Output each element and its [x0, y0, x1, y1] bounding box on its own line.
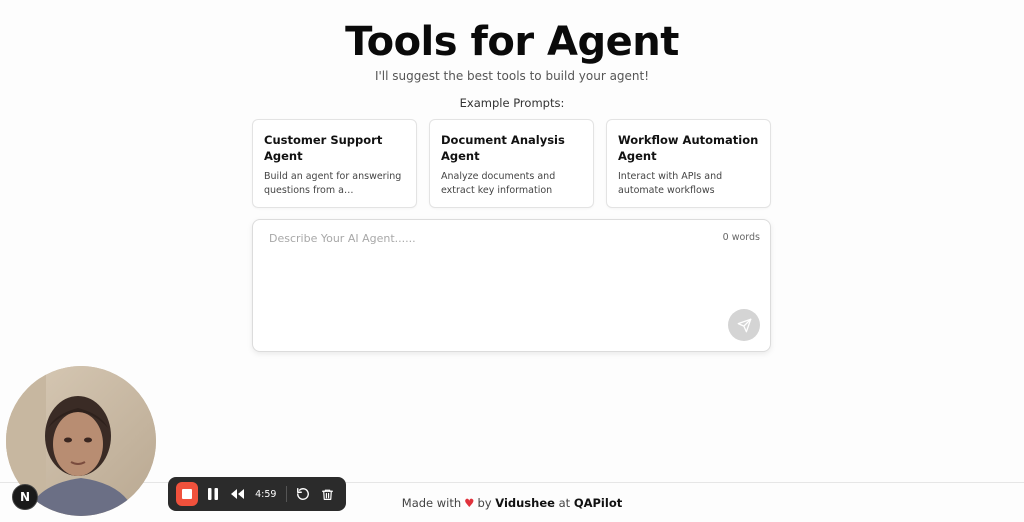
example-card-workflow-automation[interactable]: Workflow Automation Agent Interact with … [606, 119, 771, 208]
pause-icon [207, 488, 218, 500]
footer-prefix: Made with [401, 495, 462, 510]
delete-recording-button[interactable] [317, 482, 338, 506]
example-card-customer-support[interactable]: Customer Support Agent Build an agent fo… [252, 119, 417, 208]
n-avatar-badge[interactable]: N [12, 484, 38, 510]
send-button[interactable] [728, 309, 760, 341]
page-title: Tools for Agent [345, 19, 679, 65]
pause-recording-button[interactable] [202, 482, 223, 506]
footer-at: at [558, 495, 571, 510]
footer: Made with ♥ by Vidushee at QAPilot [0, 482, 1024, 522]
word-count: 0 words [722, 232, 760, 243]
recording-timer: 4:59 [255, 488, 277, 500]
footer-author: Vidushee [495, 495, 555, 510]
agent-prompt-box: 0 words [252, 219, 771, 352]
example-card-title: Customer Support Agent [264, 133, 383, 163]
agent-description-input[interactable] [269, 232, 709, 332]
footer-company: QAPilot [573, 495, 623, 510]
recording-toolbar: 4:59 [168, 477, 346, 511]
page-subtitle: I'll suggest the best tools to build you… [374, 69, 650, 83]
example-card-title: Workflow Automation Agent [618, 133, 759, 163]
stop-icon [182, 489, 193, 499]
trash-icon [322, 489, 334, 500]
page-header: Tools for Agent I'll suggest the best to… [0, 18, 1024, 83]
rewind-icon [230, 489, 244, 499]
heart-icon: ♥ [464, 495, 475, 510]
example-card-description: Build an agent for answering questions f… [264, 171, 402, 196]
example-card-description: Interact with APIs and automate workflow… [618, 171, 723, 196]
toolbar-divider [285, 486, 287, 502]
example-card-title: Document Analysis Agent [441, 133, 565, 163]
footer-by: by [477, 495, 492, 510]
example-card-description: Analyze documents and extract key inform… [441, 171, 556, 196]
stop-recording-button[interactable] [176, 482, 199, 506]
restart-recording-button[interactable] [293, 482, 314, 506]
restart-icon [297, 488, 309, 500]
example-prompts-label: Example Prompts: [459, 96, 565, 110]
example-card-document-analysis[interactable]: Document Analysis Agent Analyze document… [429, 119, 594, 208]
rewind-button[interactable] [227, 482, 248, 506]
example-prompt-cards: Customer Support Agent Build an agent fo… [252, 119, 771, 208]
send-icon [737, 318, 751, 332]
